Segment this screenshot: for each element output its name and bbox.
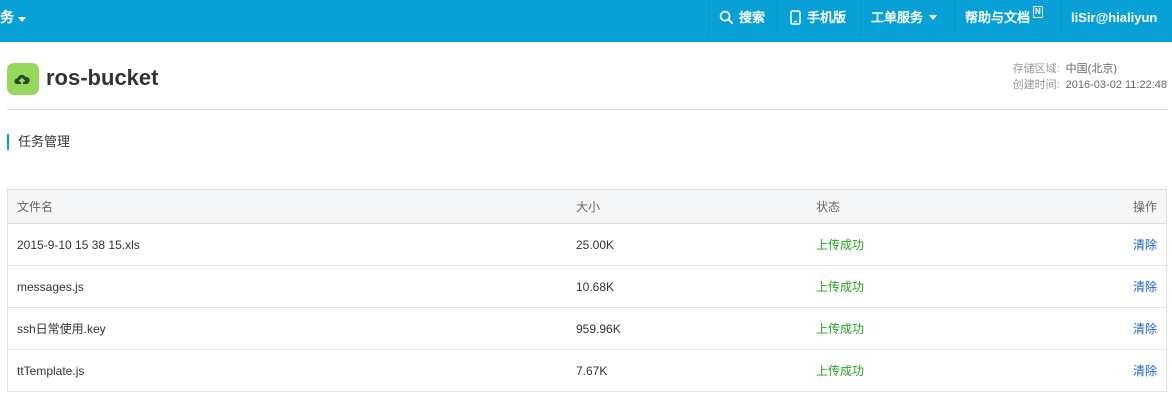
- column-header-name: 文件名: [17, 200, 54, 214]
- mobile-phone-icon: [790, 10, 801, 25]
- created-label: 创建时间:: [1012, 79, 1060, 91]
- nav-search[interactable]: 搜索: [719, 0, 765, 35]
- page-title: ros-bucket: [46, 65, 159, 90]
- search-icon: [719, 10, 734, 25]
- region-row: 存储区域: 中国(北京): [1013, 61, 1167, 77]
- column-header-size: 大小: [576, 200, 601, 214]
- nav-divider: [860, 0, 861, 35]
- nav-divider: [777, 0, 778, 35]
- file-size: 959.96K: [576, 321, 621, 336]
- nav-user-account[interactable]: liSir@hialiyun: [1071, 0, 1157, 35]
- region-label: 存储区域:: [1012, 63, 1060, 75]
- chevron-down-icon: [18, 17, 26, 22]
- nav-mobile-label: 手机版: [807, 10, 847, 25]
- file-name: messages.js: [17, 279, 84, 294]
- new-badge: N: [1033, 5, 1043, 18]
- bucket-header: ros-bucket 存储区域: 中国(北京) 创建时间: 2016-03-02 1…: [0, 42, 1172, 110]
- column-header-status: 状态: [816, 200, 841, 214]
- product-menu[interactable]: 务: [0, 0, 26, 42]
- created-row: 创建时间: 2016-03-02 11:22:48: [1013, 77, 1167, 93]
- bucket-meta: 存储区域: 中国(北京) 创建时间: 2016-03-02 11:22:48: [1013, 61, 1167, 93]
- region-value: 中国(北京): [1065, 63, 1117, 75]
- table-row: messages.js 10.68K 上传成功 清除: [8, 266, 1166, 308]
- upload-status: 上传成功: [816, 280, 865, 294]
- nav-divider: [954, 0, 955, 35]
- nav-ticket-label: 工单服务: [871, 10, 924, 25]
- product-menu-label: 务: [0, 9, 14, 25]
- header-divider: [7, 109, 1167, 110]
- upload-status: 上传成功: [816, 238, 865, 252]
- bucket-cloud-icon: [7, 63, 39, 95]
- chevron-down-icon: [929, 15, 938, 20]
- column-header-operation: 操作: [1132, 200, 1157, 214]
- nav-help-label: 帮助与文档: [965, 10, 1031, 25]
- file-size: 25.00K: [576, 237, 615, 252]
- nav-search-label: 搜索: [739, 10, 766, 25]
- table-header: 文件名 大小 状态 操作: [8, 190, 1166, 224]
- file-name: ssh日常使用.key: [17, 322, 106, 336]
- file-size: 7.67K: [576, 363, 608, 378]
- table-row: 2015-9-10 15 38 15.xls 25.00K 上传成功 清除: [8, 224, 1166, 266]
- nav-divider: [708, 0, 709, 35]
- created-value: 2016-03-02 11:22:48: [1065, 79, 1167, 91]
- table-row: ssh日常使用.key 959.96K 上传成功 清除: [8, 308, 1166, 350]
- file-name: 2015-9-10 15 38 15.xls: [17, 237, 140, 252]
- clear-link[interactable]: 清除: [1133, 308, 1157, 349]
- task-table: 文件名 大小 状态 操作 2015-9-10 15 38 15.xls 25.0…: [7, 189, 1167, 392]
- section-title: 任务管理: [7, 134, 70, 150]
- top-navbar: 务 搜索 手机版 工单服务 帮助与文档 N liSir@hialiyun: [0, 0, 1172, 42]
- nav-ticket-service[interactable]: 工单服务: [871, 0, 938, 35]
- upload-status: 上传成功: [816, 322, 865, 336]
- nav-divider: [1061, 0, 1062, 35]
- nav-user-label: liSir@hialiyun: [1071, 10, 1158, 25]
- file-name: ttTemplate.js: [17, 363, 85, 378]
- file-size: 10.68K: [576, 279, 615, 294]
- clear-link[interactable]: 清除: [1133, 224, 1157, 265]
- upload-status: 上传成功: [816, 364, 865, 378]
- nav-mobile[interactable]: 手机版: [790, 0, 846, 35]
- table-row: ttTemplate.js 7.67K 上传成功 清除: [8, 350, 1166, 392]
- clear-link[interactable]: 清除: [1133, 350, 1157, 391]
- nav-help-docs[interactable]: 帮助与文档 N: [965, 0, 1043, 35]
- clear-link[interactable]: 清除: [1133, 266, 1157, 307]
